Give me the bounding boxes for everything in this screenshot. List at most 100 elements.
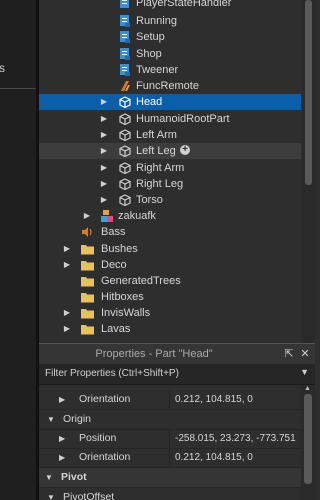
- tree-item-label: Right Leg: [136, 178, 184, 190]
- expand-arrow-icon[interactable]: ▶: [99, 94, 109, 110]
- column-divider: [169, 429, 170, 448]
- tree-item-tweener[interactable]: Tweener: [39, 62, 301, 78]
- properties-scrollbar[interactable]: ▲: [301, 385, 315, 500]
- tree-item-label: HumanoidRootPart: [136, 113, 230, 125]
- tree-item-hitboxes[interactable]: Hitboxes: [39, 289, 301, 305]
- tree-item-label: Bass: [101, 226, 126, 238]
- explorer-scrollbar-thumb[interactable]: [305, 0, 312, 185]
- property-row-orientation[interactable]: ▶ Orientation 0.212, 104.815, 0: [39, 448, 301, 468]
- expand-arrow-icon[interactable]: ▶: [59, 448, 65, 467]
- collapse-arrow-icon[interactable]: ▼: [47, 410, 55, 429]
- expand-arrow-icon[interactable]: ▶: [99, 111, 109, 127]
- left-panel-divider: [0, 88, 36, 89]
- part-icon: [119, 194, 131, 207]
- property-row-position[interactable]: ▶ Position -258.015, 23.273, -773.751: [39, 429, 301, 449]
- property-row-orientation[interactable]: ▶ Orientation 0.212, 104.815, 0: [39, 390, 301, 410]
- explorer-tree: PlayerStateHandler Running Setup Shop Tw…: [39, 0, 315, 343]
- tree-item-shop[interactable]: Shop: [39, 46, 301, 62]
- tree-item-label: Running: [136, 15, 177, 27]
- part-icon: [119, 96, 131, 109]
- undock-icon[interactable]: ⇱: [283, 348, 295, 360]
- close-icon[interactable]: ✕: [299, 348, 311, 360]
- expand-arrow-icon[interactable]: ▶: [99, 160, 109, 176]
- tree-item-lavas[interactable]: ▶ Lavas: [39, 321, 301, 337]
- part-icon: [119, 162, 131, 175]
- expand-arrow-icon[interactable]: ▶: [62, 321, 72, 337]
- property-name: PivotOffset: [63, 491, 115, 500]
- expand-arrow-icon[interactable]: ▶: [99, 192, 109, 208]
- expand-arrow-icon[interactable]: ▶: [59, 390, 65, 409]
- tree-item-label: Deco: [101, 259, 127, 271]
- tree-item-bushes[interactable]: ▶ Bushes: [39, 241, 301, 257]
- chevron-down-icon[interactable]: ▼: [300, 367, 309, 377]
- folder-icon: [81, 243, 94, 255]
- scroll-up-icon[interactable]: ▲: [304, 385, 311, 392]
- column-divider: [169, 448, 170, 467]
- part-icon: [119, 178, 131, 191]
- tree-item-setup[interactable]: Setup: [39, 29, 301, 45]
- tree-item-torso[interactable]: ▶ Torso: [39, 192, 301, 208]
- script-icon: [119, 31, 131, 43]
- folder-icon: [81, 323, 94, 335]
- property-value[interactable]: -258.015, 23.273, -773.751: [175, 429, 296, 448]
- tree-item-label: Right Arm: [136, 162, 185, 174]
- filter-properties-input[interactable]: Filter Properties (Ctrl+Shift+P) ▼: [39, 364, 315, 385]
- tree-item-right-leg[interactable]: ▶ Right Leg: [39, 176, 301, 192]
- tree-item-zakuafk[interactable]: ▶ zakuafk: [39, 208, 301, 224]
- tree-item-label: Setup: [136, 31, 165, 43]
- expand-arrow-icon[interactable]: ▶: [59, 429, 65, 448]
- collapse-arrow-icon[interactable]: ▼: [45, 468, 53, 487]
- property-name: Position: [79, 432, 117, 444]
- sound-icon: [81, 226, 93, 238]
- expand-arrow-icon[interactable]: ▶: [62, 305, 72, 321]
- property-category-pivot[interactable]: ▼ Pivot: [39, 468, 301, 488]
- tree-item-running[interactable]: Running: [39, 13, 301, 29]
- folder-icon: [81, 291, 94, 303]
- expand-arrow-icon[interactable]: ▶: [62, 257, 72, 273]
- category-name: Pivot: [61, 471, 87, 483]
- properties-scrollbar-thumb[interactable]: [304, 394, 312, 484]
- expand-arrow-icon[interactable]: ▶: [99, 127, 109, 143]
- tree-item-left-leg[interactable]: ▶ Left Leg +: [39, 143, 301, 159]
- add-object-icon[interactable]: +: [180, 145, 190, 155]
- script-icon: [119, 64, 131, 76]
- expand-arrow-icon[interactable]: ▶: [99, 143, 109, 159]
- tree-item-deco[interactable]: ▶ Deco: [39, 257, 301, 273]
- script-icon: [119, 0, 131, 9]
- tree-item-left-arm[interactable]: ▶ Left Arm: [39, 127, 301, 143]
- tree-item-bass[interactable]: Bass: [39, 224, 301, 240]
- tree-item-right-arm[interactable]: ▶ Right Arm: [39, 160, 301, 176]
- tree-item-humanoidrootpart[interactable]: ▶ HumanoidRootPart: [39, 111, 301, 127]
- tree-item-label: Torso: [136, 194, 163, 206]
- property-name: Origin: [63, 413, 92, 425]
- tree-item-label: PlayerStateHandler: [136, 0, 232, 9]
- expand-arrow-icon[interactable]: ▶: [62, 241, 72, 257]
- collapse-arrow-icon[interactable]: ▼: [47, 488, 55, 500]
- property-name: Orientation: [79, 451, 131, 463]
- property-group-origin[interactable]: ▼ Origin: [39, 410, 301, 430]
- tree-item-inviswalls[interactable]: ▶ InvisWalls: [39, 305, 301, 321]
- property-value[interactable]: 0.212, 104.815, 0: [175, 448, 253, 467]
- expand-arrow-icon[interactable]: ▶: [99, 176, 109, 192]
- tree-item-label: Left Arm: [136, 129, 177, 141]
- explorer-scrollbar[interactable]: [302, 0, 315, 343]
- tree-item-generatedtrees[interactable]: GeneratedTrees: [39, 273, 301, 289]
- column-divider: [169, 390, 170, 409]
- part-icon: [119, 113, 131, 126]
- tree-item-label: Hitboxes: [101, 291, 144, 303]
- part-icon: [119, 145, 131, 158]
- tree-item-label: zakuafk: [118, 210, 156, 222]
- tree-item-label: Tweener: [136, 64, 179, 76]
- folder-icon: [81, 275, 94, 287]
- tree-item-head[interactable]: ▶ Head: [39, 94, 301, 110]
- left-panel: s: [0, 0, 36, 500]
- expand-arrow-icon[interactable]: ▶: [82, 208, 92, 224]
- tree-item-label: Lavas: [101, 323, 131, 335]
- property-value[interactable]: 0.212, 104.815, 0: [175, 390, 253, 409]
- part-icon: [119, 129, 131, 142]
- tree-item-label: Shop: [136, 48, 162, 60]
- property-group-pivotoffset[interactable]: ▼ PivotOffset: [39, 488, 301, 500]
- tree-item-funcremote[interactable]: FuncRemote: [39, 78, 301, 94]
- tree-item-playerstatehandler[interactable]: PlayerStateHandler: [39, 0, 301, 11]
- tree-item-label: Head: [136, 96, 163, 108]
